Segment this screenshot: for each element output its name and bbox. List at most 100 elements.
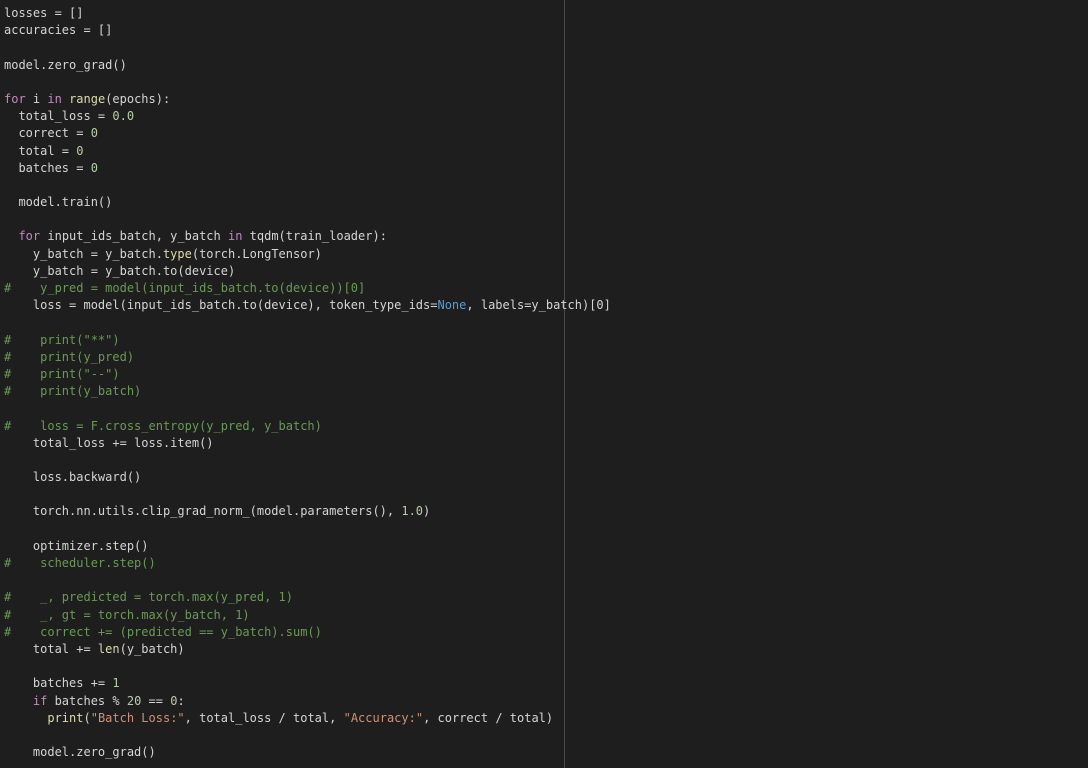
code-line[interactable] <box>4 452 611 469</box>
code-token: # print(y_batch) <box>4 384 142 399</box>
code-token: # print(y_pred) <box>4 349 135 364</box>
code-line[interactable]: # scheduler.step() <box>4 555 611 572</box>
code-line[interactable]: # y_pred = model(input_ids_batch.to(devi… <box>4 280 611 297</box>
code-line[interactable]: for input_ids_batch, y_batch in tqdm(tra… <box>4 228 611 245</box>
code-token: "Batch Loss:" <box>90 710 185 725</box>
code-token: # _, predicted = torch.max(y_pred, 1) <box>4 590 293 605</box>
code-line[interactable] <box>4 572 611 589</box>
code-line[interactable]: # print(y_batch) <box>4 383 611 400</box>
code-token: input_ids_batch, y_batch <box>40 229 228 244</box>
code-line[interactable]: batches += 1 <box>4 675 611 692</box>
code-token: type <box>162 246 192 261</box>
code-token: 0 <box>90 160 98 175</box>
code-token: total = <box>4 143 77 158</box>
code-line[interactable]: model.zero_grad() <box>4 744 611 761</box>
code-line[interactable]: # print("--") <box>4 366 611 383</box>
code-token: y_batch = y_batch.to(device) <box>4 263 236 278</box>
code-token: total += <box>4 641 98 656</box>
code-token: total_loss += loss.item() <box>4 435 214 450</box>
code-token: in <box>47 91 62 106</box>
code-line[interactable]: print("Batch Loss:", total_loss / total,… <box>4 710 611 727</box>
code-token: # print("**") <box>4 332 120 347</box>
code-token: 0 <box>76 143 84 158</box>
code-token: optimizer.step() <box>4 538 149 553</box>
code-token: model.zero_grad() <box>4 57 127 72</box>
code-line[interactable]: total += len(y_batch) <box>4 641 611 658</box>
code-line[interactable] <box>4 74 611 91</box>
code-token: ( <box>83 710 91 725</box>
code-line[interactable]: if batches % 20 == 0: <box>4 693 611 710</box>
code-line[interactable]: optimizer.step() <box>4 538 611 555</box>
code-token: # _, gt = torch.max(y_batch, 1) <box>4 607 250 622</box>
code-token: 0.0 <box>112 109 135 124</box>
code-line[interactable]: loss = model(input_ids_batch.to(device),… <box>4 297 611 314</box>
code-token: correct = <box>4 126 91 141</box>
code-token: accuracies = [] <box>4 23 113 38</box>
code-line[interactable] <box>4 658 611 675</box>
code-line[interactable] <box>4 521 611 538</box>
code-token: loss.backward() <box>4 470 142 485</box>
code-token: # loss = F.cross_entropy(y_pred, y_batch… <box>4 418 322 433</box>
code-line[interactable]: # loss = F.cross_entropy(y_pred, y_batch… <box>4 418 611 435</box>
code-line[interactable] <box>4 486 611 503</box>
code-line[interactable]: accuracies = [] <box>4 22 611 39</box>
code-token: for <box>18 229 41 244</box>
code-token: in <box>227 229 243 244</box>
code-line[interactable] <box>4 314 611 331</box>
code-token: y_batch = y_batch. <box>4 246 163 261</box>
code-line[interactable] <box>4 177 611 194</box>
code-line[interactable]: batches = 0 <box>4 160 611 177</box>
code-line[interactable]: # print("**") <box>4 332 611 349</box>
code-token: , correct / total) <box>423 710 554 725</box>
code-token: (y_batch) <box>119 641 185 656</box>
code-line[interactable]: # print(y_pred) <box>4 349 611 366</box>
code-token: , labels=y_batch)[0] <box>466 298 611 313</box>
code-line[interactable]: # _, predicted = torch.max(y_pred, 1) <box>4 589 611 606</box>
code-token: (epochs): <box>105 91 171 106</box>
code-line[interactable]: total_loss += loss.item() <box>4 435 611 452</box>
code-token: # y_pred = model(input_ids_batch.to(devi… <box>4 281 366 295</box>
code-token: if <box>32 693 48 708</box>
code-text[interactable]: losses = [] accuracies = [] model.zero_gr… <box>4 5 611 761</box>
code-line[interactable] <box>4 211 611 228</box>
code-line[interactable]: model.zero_grad() <box>4 57 611 74</box>
code-line[interactable]: # correct += (predicted == y_batch).sum(… <box>4 624 611 641</box>
code-line[interactable] <box>4 400 611 417</box>
code-token: # scheduler.step() <box>4 556 156 570</box>
code-token: batches += <box>4 676 113 691</box>
code-token: range <box>69 91 106 106</box>
code-token: for <box>4 91 26 106</box>
code-token: tqdm(train_loader): <box>242 229 387 244</box>
code-editor[interactable]: losses = [] accuracies = [] model.zero_gr… <box>0 0 1088 768</box>
code-token: 1.0 <box>401 504 424 519</box>
code-token: 20 <box>126 693 142 708</box>
code-line[interactable]: correct = 0 <box>4 125 611 142</box>
code-token: # print("--") <box>4 366 120 381</box>
code-line[interactable] <box>4 39 611 56</box>
code-token: 1 <box>112 676 120 691</box>
code-line[interactable]: y_batch = y_batch.to(device) <box>4 263 611 280</box>
code-token: batches % <box>47 693 127 708</box>
code-line[interactable]: y_batch = y_batch.type(torch.LongTensor) <box>4 246 611 263</box>
code-token: "Accuracy:" <box>343 710 424 725</box>
code-line[interactable]: total_loss = 0.0 <box>4 108 611 125</box>
code-token: : <box>177 693 185 708</box>
code-token: model.zero_grad() <box>4 745 156 760</box>
code-token: print <box>47 710 84 725</box>
code-line[interactable]: model.train() <box>4 194 611 211</box>
code-line[interactable]: loss.backward() <box>4 469 611 486</box>
code-line[interactable]: total = 0 <box>4 143 611 160</box>
code-line[interactable]: for i in range(epochs): <box>4 91 611 108</box>
code-line[interactable]: losses = [] <box>4 5 611 22</box>
code-token: None <box>437 298 467 313</box>
code-line[interactable] <box>4 727 611 744</box>
code-token: (torch.LongTensor) <box>191 246 322 261</box>
code-token: torch.nn.utils.clip_grad_norm_(model.par… <box>4 504 402 519</box>
code-token: , total_loss / total, <box>184 710 344 725</box>
code-token: # correct += (predicted == y_batch).sum(… <box>4 624 322 639</box>
code-line[interactable]: # _, gt = torch.max(y_batch, 1) <box>4 607 611 624</box>
code-line[interactable]: torch.nn.utils.clip_grad_norm_(model.par… <box>4 503 611 520</box>
